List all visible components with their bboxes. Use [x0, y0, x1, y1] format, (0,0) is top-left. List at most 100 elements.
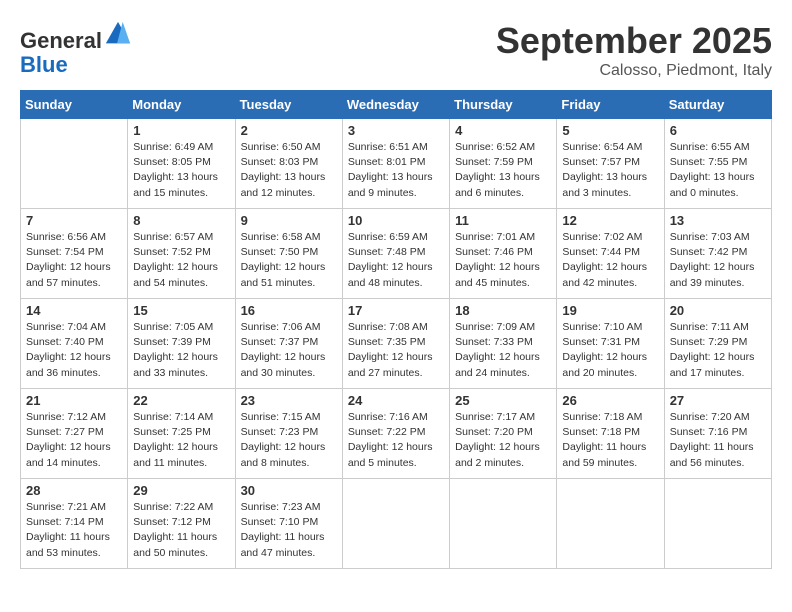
- cell-info: Sunrise: 7:09 AM Sunset: 7:33 PM Dayligh…: [455, 320, 551, 381]
- cell-info: Sunrise: 7:21 AM Sunset: 7:14 PM Dayligh…: [26, 500, 122, 561]
- day-number: 28: [26, 483, 122, 498]
- day-number: 6: [670, 123, 766, 138]
- week-row-3: 14 Sunrise: 7:04 AM Sunset: 7:40 PM Dayli…: [21, 299, 772, 389]
- cell-info: Sunrise: 6:55 AM Sunset: 7:55 PM Dayligh…: [670, 140, 766, 201]
- calendar-cell: 24 Sunrise: 7:16 AM Sunset: 7:22 PM Dayli…: [342, 389, 449, 479]
- cell-info: Sunrise: 7:02 AM Sunset: 7:44 PM Dayligh…: [562, 230, 658, 291]
- cell-info: Sunrise: 6:52 AM Sunset: 7:59 PM Dayligh…: [455, 140, 551, 201]
- calendar-cell: 28 Sunrise: 7:21 AM Sunset: 7:14 PM Dayli…: [21, 479, 128, 569]
- cell-info: Sunrise: 6:50 AM Sunset: 8:03 PM Dayligh…: [241, 140, 337, 201]
- cell-info: Sunrise: 7:04 AM Sunset: 7:40 PM Dayligh…: [26, 320, 122, 381]
- cell-info: Sunrise: 7:06 AM Sunset: 7:37 PM Dayligh…: [241, 320, 337, 381]
- day-number: 22: [133, 393, 229, 408]
- title-block: September 2025 Calosso, Piedmont, Italy: [496, 20, 772, 80]
- cell-info: Sunrise: 7:14 AM Sunset: 7:25 PM Dayligh…: [133, 410, 229, 471]
- calendar-cell: 17Sunrise: 7:08 AM Sunset: 7:35 PM Dayli…: [342, 299, 449, 389]
- day-number: 24: [348, 393, 444, 408]
- calendar-cell: 3 Sunrise: 6:51 AM Sunset: 8:01 PM Daylig…: [342, 119, 449, 209]
- cell-info: Sunrise: 6:51 AM Sunset: 8:01 PM Dayligh…: [348, 140, 444, 201]
- calendar-cell: 14 Sunrise: 7:04 AM Sunset: 7:40 PM Dayli…: [21, 299, 128, 389]
- cell-info: Sunrise: 7:01 AM Sunset: 7:46 PM Dayligh…: [455, 230, 551, 291]
- calendar-cell: 30Sunrise: 7:23 AM Sunset: 7:10 PM Dayli…: [235, 479, 342, 569]
- day-number: 16: [241, 303, 337, 318]
- day-number: 3: [348, 123, 444, 138]
- day-number: 13: [670, 213, 766, 228]
- col-header-wednesday: Wednesday: [342, 91, 449, 119]
- calendar-cell: 29 Sunrise: 7:22 AM Sunset: 7:12 PM Dayli…: [128, 479, 235, 569]
- week-row-5: 28 Sunrise: 7:21 AM Sunset: 7:14 PM Dayli…: [21, 479, 772, 569]
- page-header: General Blue September 2025 Calosso, Pie…: [20, 20, 772, 80]
- day-number: 26: [562, 393, 658, 408]
- calendar-cell: 16 Sunrise: 7:06 AM Sunset: 7:37 PM Dayli…: [235, 299, 342, 389]
- calendar-cell: [342, 479, 449, 569]
- day-number: 27: [670, 393, 766, 408]
- calendar-cell: 27 Sunrise: 7:20 AM Sunset: 7:16 PM Dayli…: [664, 389, 771, 479]
- day-number: 11: [455, 213, 551, 228]
- calendar-cell: 10Sunrise: 6:59 AM Sunset: 7:48 PM Dayli…: [342, 209, 449, 299]
- calendar-cell: 5 Sunrise: 6:54 AM Sunset: 7:57 PM Daylig…: [557, 119, 664, 209]
- cell-info: Sunrise: 7:18 AM Sunset: 7:18 PM Dayligh…: [562, 410, 658, 471]
- cell-info: Sunrise: 7:17 AM Sunset: 7:20 PM Dayligh…: [455, 410, 551, 471]
- calendar-cell: 9 Sunrise: 6:58 AM Sunset: 7:50 PM Daylig…: [235, 209, 342, 299]
- day-number: 9: [241, 213, 337, 228]
- cell-info: Sunrise: 7:22 AM Sunset: 7:12 PM Dayligh…: [133, 500, 229, 561]
- calendar-cell: 1 Sunrise: 6:49 AM Sunset: 8:05 PM Daylig…: [128, 119, 235, 209]
- col-header-thursday: Thursday: [450, 91, 557, 119]
- cell-info: Sunrise: 7:20 AM Sunset: 7:16 PM Dayligh…: [670, 410, 766, 471]
- cell-info: Sunrise: 7:05 AM Sunset: 7:39 PM Dayligh…: [133, 320, 229, 381]
- day-number: 2: [241, 123, 337, 138]
- calendar-cell: 20Sunrise: 7:11 AM Sunset: 7:29 PM Dayli…: [664, 299, 771, 389]
- day-number: 23: [241, 393, 337, 408]
- day-number: 14: [26, 303, 122, 318]
- day-number: 5: [562, 123, 658, 138]
- calendar-cell: [21, 119, 128, 209]
- header-row: SundayMondayTuesdayWednesdayThursdayFrid…: [21, 91, 772, 119]
- calendar-cell: 8Sunrise: 6:57 AM Sunset: 7:52 PM Daylig…: [128, 209, 235, 299]
- day-number: 12: [562, 213, 658, 228]
- day-number: 8: [133, 213, 229, 228]
- cell-info: Sunrise: 6:49 AM Sunset: 8:05 PM Dayligh…: [133, 140, 229, 201]
- cell-info: Sunrise: 6:58 AM Sunset: 7:50 PM Dayligh…: [241, 230, 337, 291]
- day-number: 10: [348, 213, 444, 228]
- location: Calosso, Piedmont, Italy: [496, 62, 772, 80]
- calendar-cell: 21Sunrise: 7:12 AM Sunset: 7:27 PM Dayli…: [21, 389, 128, 479]
- week-row-2: 7 Sunrise: 6:56 AM Sunset: 7:54 PM Daylig…: [21, 209, 772, 299]
- cell-info: Sunrise: 7:03 AM Sunset: 7:42 PM Dayligh…: [670, 230, 766, 291]
- calendar-cell: 2 Sunrise: 6:50 AM Sunset: 8:03 PM Daylig…: [235, 119, 342, 209]
- logo: General Blue: [20, 20, 132, 77]
- calendar-cell: 26 Sunrise: 7:18 AM Sunset: 7:18 PM Dayli…: [557, 389, 664, 479]
- col-header-friday: Friday: [557, 91, 664, 119]
- calendar-cell: [450, 479, 557, 569]
- day-number: 18: [455, 303, 551, 318]
- logo-blue: Blue: [20, 52, 68, 77]
- calendar-table: SundayMondayTuesdayWednesdayThursdayFrid…: [20, 90, 772, 569]
- calendar-cell: 13 Sunrise: 7:03 AM Sunset: 7:42 PM Dayli…: [664, 209, 771, 299]
- calendar-cell: [664, 479, 771, 569]
- cell-info: Sunrise: 6:54 AM Sunset: 7:57 PM Dayligh…: [562, 140, 658, 201]
- calendar-cell: 7 Sunrise: 6:56 AM Sunset: 7:54 PM Daylig…: [21, 209, 128, 299]
- cell-info: Sunrise: 7:16 AM Sunset: 7:22 PM Dayligh…: [348, 410, 444, 471]
- cell-info: Sunrise: 7:12 AM Sunset: 7:27 PM Dayligh…: [26, 410, 122, 471]
- day-number: 1: [133, 123, 229, 138]
- calendar-cell: 4 Sunrise: 6:52 AM Sunset: 7:59 PM Daylig…: [450, 119, 557, 209]
- month-title: September 2025: [496, 20, 772, 62]
- calendar-cell: 11 Sunrise: 7:01 AM Sunset: 7:46 PM Dayli…: [450, 209, 557, 299]
- calendar-cell: 12 Sunrise: 7:02 AM Sunset: 7:44 PM Dayli…: [557, 209, 664, 299]
- cell-info: Sunrise: 6:56 AM Sunset: 7:54 PM Dayligh…: [26, 230, 122, 291]
- logo-icon: [104, 20, 132, 48]
- day-number: 25: [455, 393, 551, 408]
- day-number: 4: [455, 123, 551, 138]
- cell-info: Sunrise: 7:10 AM Sunset: 7:31 PM Dayligh…: [562, 320, 658, 381]
- day-number: 19: [562, 303, 658, 318]
- calendar-cell: 19 Sunrise: 7:10 AM Sunset: 7:31 PM Dayli…: [557, 299, 664, 389]
- calendar-cell: 6 Sunrise: 6:55 AM Sunset: 7:55 PM Daylig…: [664, 119, 771, 209]
- day-number: 17: [348, 303, 444, 318]
- day-number: 30: [241, 483, 337, 498]
- calendar-cell: 23Sunrise: 7:15 AM Sunset: 7:23 PM Dayli…: [235, 389, 342, 479]
- calendar-cell: 18 Sunrise: 7:09 AM Sunset: 7:33 PM Dayli…: [450, 299, 557, 389]
- day-number: 15: [133, 303, 229, 318]
- logo-general: General: [20, 28, 102, 53]
- day-number: 29: [133, 483, 229, 498]
- day-number: 7: [26, 213, 122, 228]
- calendar-cell: 22 Sunrise: 7:14 AM Sunset: 7:25 PM Dayli…: [128, 389, 235, 479]
